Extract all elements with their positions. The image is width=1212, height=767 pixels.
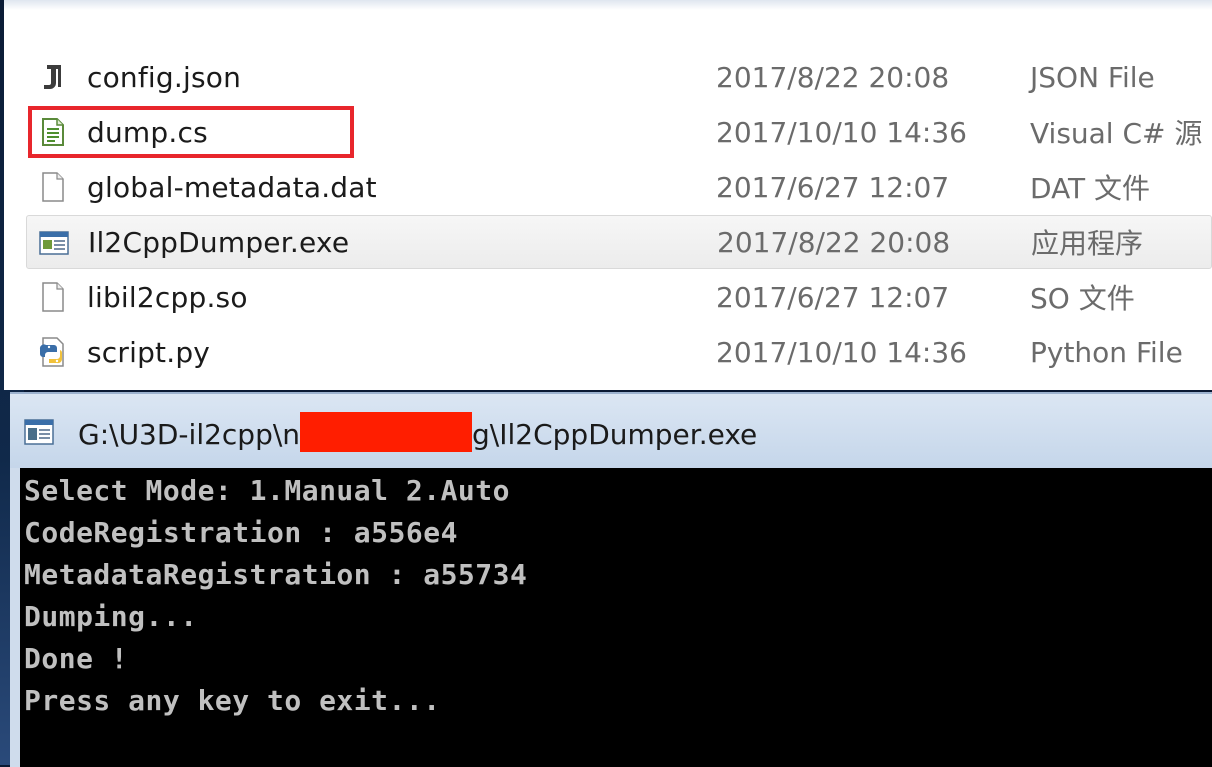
- console-line: Done !: [24, 642, 129, 675]
- console-line: Select Mode: 1.Manual 2.Auto: [24, 474, 511, 507]
- file-date: 2017/6/27 12:07: [716, 280, 950, 314]
- console-line: MetadataRegistration : a55734: [24, 558, 528, 591]
- blank-file-icon: [42, 172, 64, 202]
- file-date: 2017/8/22 20:08: [717, 225, 951, 259]
- console-line: CodeRegistration : a556e4: [24, 516, 458, 549]
- redaction-bar: [300, 412, 473, 452]
- console-window-title: G:\U3D-il2cpp\n g\Il2CppDumper.exe: [78, 412, 757, 452]
- exe-file-icon: [39, 231, 69, 255]
- file-type: SO 文件: [1030, 282, 1135, 315]
- file-name: global-metadata.dat: [87, 170, 377, 204]
- file-name: config.json: [87, 60, 242, 94]
- python-file-icon: [39, 337, 64, 367]
- file-name: libil2cpp.so: [87, 280, 248, 314]
- file-type: Visual C# 源: [1030, 117, 1203, 150]
- blank-file-icon: [42, 282, 64, 312]
- json-file-icon: [44, 65, 61, 89]
- file-name: Il2CppDumper.exe: [88, 225, 350, 259]
- console-window: G:\U3D-il2cpp\n g\Il2CppDumper.exe Select…: [10, 392, 1212, 767]
- file-name: script.py: [87, 335, 211, 369]
- file-row-libil2cpp-so[interactable]: libil2cpp.so 2017/6/27 12:07 SO 文件: [26, 270, 1212, 324]
- file-type: DAT 文件: [1030, 172, 1151, 205]
- file-row-script-py[interactable]: script.py 2017/10/10 14:36 Python File: [26, 325, 1212, 379]
- column-header-edge: [4, 0, 1212, 10]
- file-explorer-list: config.json 2017/8/22 20:08 JSON File du…: [4, 0, 1212, 390]
- file-date: 2017/8/22 20:08: [716, 60, 950, 94]
- file-type: JSON File: [1030, 60, 1155, 94]
- console-output[interactable]: Select Mode: 1.Manual 2.Auto CodeRegistr…: [20, 468, 1212, 767]
- console-title-bar[interactable]: G:\U3D-il2cpp\n g\Il2CppDumper.exe: [10, 394, 1212, 468]
- file-date: 2017/10/10 14:36: [716, 115, 967, 149]
- file-row-global-metadata-dat[interactable]: global-metadata.dat 2017/6/27 12:07 DAT …: [26, 160, 1212, 214]
- file-type: Python File: [1030, 335, 1183, 369]
- console-app-icon: [24, 419, 54, 445]
- title-path-suffix: g\Il2CppDumper.exe: [472, 418, 758, 451]
- file-type: 应用程序: [1031, 227, 1144, 260]
- title-path-prefix: G:\U3D-il2cpp\n: [78, 418, 301, 451]
- console-line: Press any key to exit...: [24, 684, 441, 717]
- file-date: 2017/10/10 14:36: [716, 335, 967, 369]
- file-row-il2cppdumper-exe[interactable]: Il2CppDumper.exe 2017/8/22 20:08 应用程序: [26, 215, 1212, 269]
- file-row-config-json[interactable]: config.json 2017/8/22 20:08 JSON File: [26, 50, 1212, 104]
- file-date: 2017/6/27 12:07: [716, 170, 950, 204]
- console-line: Dumping...: [24, 600, 198, 633]
- red-highlight-box: [28, 106, 354, 158]
